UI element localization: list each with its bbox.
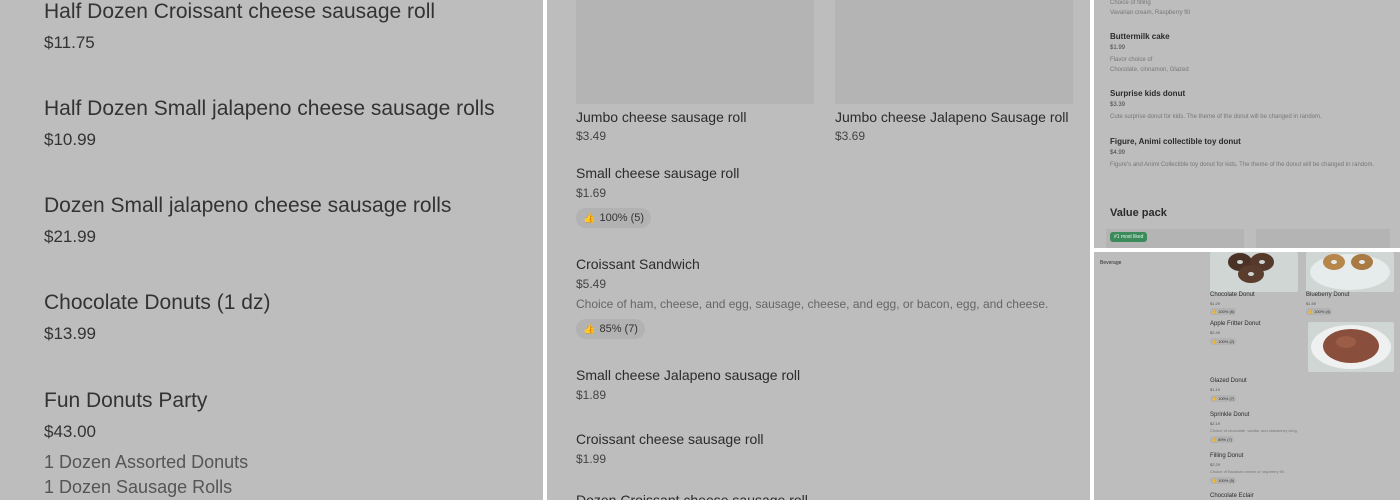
menu-item-name[interactable]: Figure, Animi collectible toy donut	[1110, 137, 1241, 146]
menu-item-name: Fun Donuts Party	[44, 389, 208, 412]
menu-item-name[interactable]: Chocolate Donut	[1210, 292, 1255, 298]
menu-item-name[interactable]: Buttermilk cake	[1110, 32, 1170, 41]
menu-item-price: $1.29	[1210, 301, 1221, 306]
menu-item-description: Vavarian cream, Raspberry fill	[1110, 10, 1190, 16]
menu-item-price: $4.99	[1110, 150, 1126, 156]
thumbs-up-icon: 👍	[1212, 478, 1217, 483]
menu-item-name[interactable]: Croissant cheese sausage roll	[576, 431, 764, 447]
menu-item-description: Choice of chocolate, vanilla, and strawb…	[1210, 428, 1298, 433]
menu-item-name: Chocolate Donuts (1 dz)	[44, 291, 271, 314]
product-image[interactable]	[576, 0, 814, 104]
menu-panel-large: Half Dozen Croissant cheese sausage roll…	[0, 0, 543, 500]
menu-item-price: $1.99	[1110, 45, 1126, 51]
menu-item[interactable]: Half Dozen Croissant cheese sausage roll…	[44, 0, 435, 53]
menu-item-name[interactable]: Glazed Donut	[1210, 378, 1247, 384]
menu-item-name[interactable]: Surprise kids donut	[1110, 89, 1185, 98]
menu-item-description: Choice of ham, cheese, and egg, sausage,…	[576, 297, 1049, 311]
menu-item-price: $1.99	[576, 452, 607, 466]
section-heading: Value pack	[1110, 207, 1167, 219]
menu-item-price: $13.99	[44, 324, 96, 343]
tile-item-name[interactable]: Jumbo cheese sausage roll	[576, 109, 746, 125]
menu-item-name: Half Dozen Small jalapeno cheese sausage…	[44, 97, 495, 120]
thumbs-up-icon: 👍	[1212, 339, 1217, 344]
menu-item-name: Half Dozen Croissant cheese sausage roll	[44, 0, 436, 23]
menu-item-price: $2.49	[1210, 330, 1221, 335]
tile-item-price: $3.49	[576, 129, 607, 143]
menu-item-price: $2.29	[1210, 462, 1221, 467]
thumbs-up-icon: 👍	[1212, 396, 1217, 401]
menu-item-name[interactable]: Small cheese sausage roll	[576, 165, 739, 181]
menu-item-price: $1.59	[1306, 301, 1317, 306]
menu-item-description: Chocolate, cinnamon, Glazed	[1110, 67, 1189, 73]
product-image[interactable]	[835, 0, 1073, 104]
menu-item-price: $1.69	[576, 186, 607, 200]
rating-badge: 👍 100% (4)	[1306, 308, 1333, 315]
menu-item-price: $1.89	[576, 388, 607, 402]
rating-text: 89% (7)	[1218, 437, 1233, 442]
description-line: 1 Dozen Assorted Donuts	[44, 452, 249, 472]
product-image[interactable]	[1308, 322, 1394, 372]
menu-item[interactable]: Dozen Small jalapeno cheese sausage roll…	[44, 194, 451, 247]
menu-panel-small: Choice of filling Vavarian cream, Raspbe…	[1094, 0, 1400, 248]
menu-item[interactable]: Half Dozen Small jalapeno cheese sausage…	[44, 97, 495, 150]
description-line: 1 Dozen Sausage Rolls	[44, 477, 233, 497]
rating-badge: 👍 100% (5)	[1210, 477, 1237, 484]
rating-text: 85% (7)	[599, 323, 638, 335]
rating-text: 100% (5)	[1218, 478, 1235, 483]
menu-item-name[interactable]: Filling Donut	[1210, 453, 1243, 459]
product-image[interactable]	[1306, 252, 1394, 292]
thumbs-up-icon: 👍	[583, 323, 596, 335]
menu-item-price: $43.00	[44, 422, 96, 441]
menu-item-price: $21.99	[44, 227, 96, 246]
thumbs-up-icon: 👍	[1212, 437, 1217, 442]
menu-item-name[interactable]: Croissant Sandwich	[576, 256, 700, 272]
menu-item-price: $2.19	[1210, 421, 1221, 426]
menu-item-name[interactable]: Blueberry Donut	[1306, 292, 1349, 298]
rating-text: 100% (6)	[1218, 309, 1235, 314]
menu-item-name: Dozen Small jalapeno cheese sausage roll…	[44, 194, 452, 217]
rating-badge: 👍 100% (5)	[576, 208, 652, 228]
menu-item[interactable]: Chocolate Donuts (1 dz) $13.99	[44, 291, 270, 344]
thumbs-up-icon: 👍	[583, 212, 596, 224]
menu-item[interactable]: Fun Donuts Party $43.00 1 Dozen Assorted…	[44, 389, 248, 500]
tile-item-name[interactable]: Jumbo cheese Jalapeno Sausage roll	[835, 109, 1069, 125]
menu-item-name[interactable]: Sprinkle Donut	[1210, 412, 1249, 418]
menu-item-description: 1 Dozen Assorted Donuts 1 Dozen Sausage …	[44, 450, 248, 500]
category-label[interactable]: Beverage	[1100, 260, 1121, 266]
most-liked-badge: #1 most liked	[1110, 232, 1148, 242]
menu-item-name[interactable]: Small cheese Jalapeno sausage roll	[576, 367, 800, 383]
rating-badge: 👍 100% (2)	[1210, 338, 1237, 345]
rating-badge: 👍 100% (7)	[1210, 395, 1237, 402]
apple-fritter-image	[1311, 325, 1391, 369]
rating-text: 100% (2)	[1218, 339, 1235, 344]
menu-item-description: Figure's and Animi Collectible toy donut…	[1110, 162, 1375, 168]
menu-item-price: $10.99	[44, 130, 96, 149]
chocolate-donut-image	[1228, 253, 1274, 283]
menu-panel-tiny: Beverage Chocolate Donut $1.29 👍 100% (6…	[1094, 252, 1400, 500]
thumbs-up-icon: 👍	[1212, 309, 1217, 314]
menu-item-price: $5.49	[576, 277, 607, 291]
menu-item-description: Cute surprise donut for kids. The theme …	[1110, 114, 1322, 120]
menu-item-name[interactable]: Apple Fritter Donut	[1210, 321, 1260, 327]
blueberry-donut-image	[1310, 254, 1390, 290]
menu-item-price: $3.39	[1110, 102, 1126, 108]
menu-item-description: Flavor choice of	[1110, 57, 1153, 63]
rating-text: 100% (7)	[1218, 396, 1235, 401]
menu-item-description: Choice of Bavarian cream or raspberry fi…	[1210, 469, 1285, 474]
rating-text: 100% (5)	[599, 212, 645, 224]
thumbs-up-icon: 👍	[1308, 309, 1313, 314]
product-image[interactable]	[1256, 229, 1390, 248]
rating-badge: 👍 100% (6)	[1210, 308, 1237, 315]
rating-text: 100% (4)	[1314, 309, 1331, 314]
menu-item-price: $11.75	[44, 33, 95, 52]
menu-item-description: Choice of filling	[1110, 0, 1151, 6]
menu-item-name[interactable]: Chocolate Eclair	[1210, 493, 1254, 499]
tile-item-price: $3.69	[835, 129, 866, 143]
product-image[interactable]	[1210, 252, 1298, 292]
rating-badge: 👍 85% (7)	[576, 319, 645, 339]
menu-panel-medium: Jumbo cheese sausage roll $3.49 Jumbo ch…	[547, 0, 1090, 500]
rating-badge: 👍 89% (7)	[1210, 436, 1235, 443]
menu-item-price: $1.19	[1210, 387, 1221, 392]
menu-item-name[interactable]: Dozen Croissant cheese sausage roll	[576, 492, 808, 500]
